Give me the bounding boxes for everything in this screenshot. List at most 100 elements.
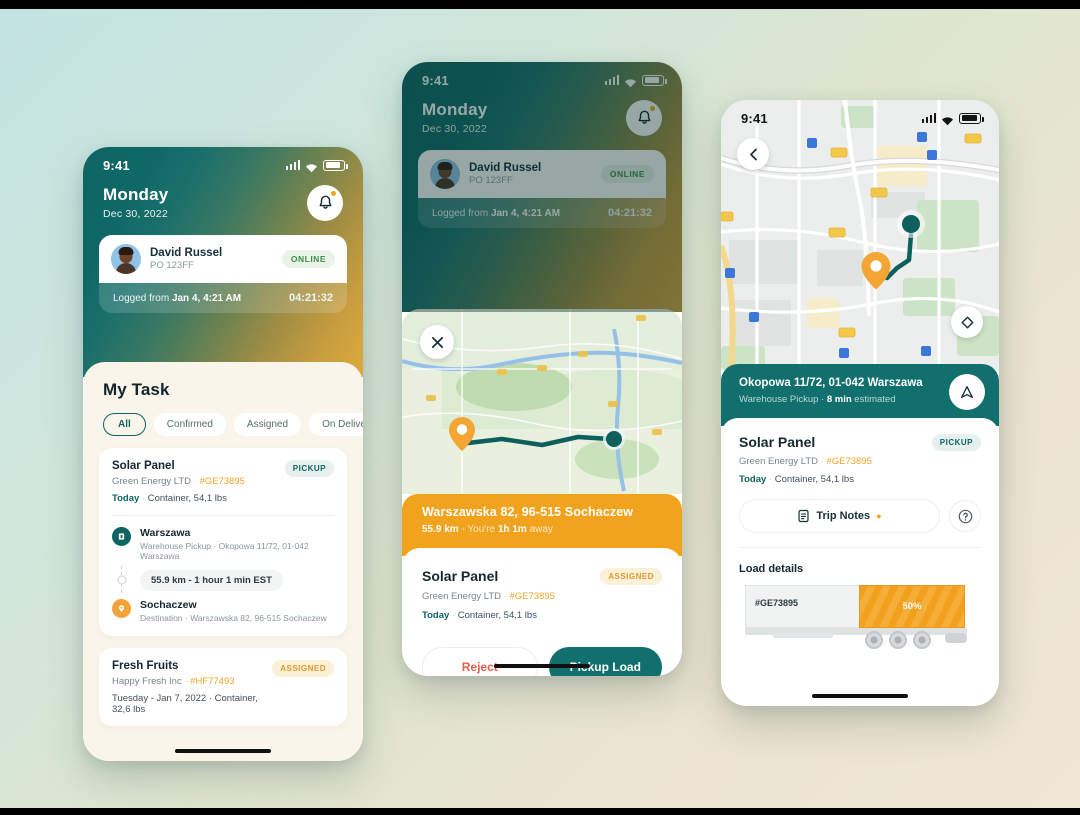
notes-icon	[798, 509, 809, 523]
wheel-icon	[889, 631, 907, 649]
driver-card[interactable]: David Russel PO 123FF ONLINE	[99, 235, 347, 283]
sheet-meta-text: Container, 54,1 lbs	[774, 474, 854, 485]
notifications-button[interactable]	[307, 185, 343, 221]
phone1-date-block: Monday Dec 30, 2022	[103, 185, 168, 220]
reject-button[interactable]: Reject	[422, 647, 538, 676]
bottom-letterbox	[0, 808, 1080, 815]
driver-identity: David Russel PO 123FF	[150, 247, 222, 271]
recenter-button[interactable]	[951, 306, 983, 338]
load-percent: 50%	[902, 601, 922, 612]
live-map[interactable]: 9:41	[721, 100, 999, 370]
load-fill: 50%	[859, 585, 965, 628]
banner-youre: You're	[467, 524, 498, 535]
trip-notes-button[interactable]: Trip Notes ●	[739, 499, 940, 533]
destination-eta: 55.9 km - You're 1h 1m away	[422, 524, 662, 535]
notifications-button[interactable]	[626, 100, 662, 136]
task-card-fresh-fruits[interactable]: Fresh Fruits Happy Fresh Inc · #HF77493 …	[99, 648, 347, 726]
route-destination-text: Sochaczew Destination · Warszawska 82, 9…	[140, 599, 327, 623]
wheel-icon	[913, 631, 931, 649]
home-indicator[interactable]	[812, 693, 908, 698]
banner-eta: 1h 1m	[497, 524, 527, 535]
trip-notes-label: Trip Notes	[816, 510, 871, 522]
locate-icon	[961, 316, 973, 328]
route-distance: 55.9 km - 1 hour 1 min EST	[140, 569, 283, 591]
task2-company: Happy Fresh Inc · #HF77493	[112, 676, 235, 687]
pickup-eta-suffix: estimated	[851, 394, 896, 405]
pickup-eta-value: 8 min	[826, 394, 852, 405]
task-card-head: Solar Panel Green Energy LTD · #GE73895 …	[112, 460, 334, 504]
status-time: 9:41	[103, 157, 130, 173]
phone-1: 9:41 Monday Dec 30, 2022 David Russel PO…	[83, 147, 363, 761]
logged-bar: Logged from Jan 4, 4:21 AM 04:21:32	[99, 283, 347, 313]
filter-chip-all[interactable]: All	[103, 413, 146, 436]
close-button[interactable]	[420, 325, 454, 359]
sheet-actions: Trip Notes ●	[739, 499, 981, 533]
elapsed-timer: 04:21:32	[607, 207, 652, 219]
navigate-button[interactable]	[949, 374, 985, 410]
task-code: #GE73895	[199, 476, 245, 487]
signal-icon	[604, 75, 619, 85]
route-origin-text: Warszawa Warehouse Pickup · Okopowa 11/7…	[140, 527, 334, 561]
logged-prefix: Logged from	[432, 207, 491, 219]
pickup-load-button[interactable]: Pickup Load	[548, 647, 662, 676]
phone2-date-block: Monday Dec 30, 2022	[422, 100, 487, 135]
header-day: Monday	[103, 185, 169, 204]
logged-prefix: Logged from	[113, 292, 172, 304]
destination-address: Warszawska 82, 96-515 Sochaczew	[422, 505, 634, 519]
status-badge: ONLINE	[600, 165, 654, 183]
filter-chip-on-delivery[interactable]: On Delivery	[309, 413, 363, 436]
trailer-legs	[773, 633, 833, 638]
route-distance-row: 55.9 km - 1 hour 1 min EST	[112, 566, 334, 594]
home-indicator[interactable]	[494, 663, 590, 668]
sheet-actions: Reject Pickup Load	[422, 647, 662, 676]
wifi-icon	[624, 75, 637, 88]
driver-widget[interactable]: David Russel PO 123FF ONLINE Logged from…	[418, 150, 666, 228]
sheet-meta: Today · Container, 54,1 lbs	[739, 474, 854, 485]
sheet-company-name: Green Energy LTD	[422, 591, 502, 602]
help-button[interactable]	[949, 500, 981, 532]
status-icons	[604, 74, 667, 88]
banner-away: away	[526, 524, 553, 535]
notification-dot	[331, 191, 336, 196]
driver-po: PO 123FF	[150, 260, 194, 271]
driver-widget[interactable]: David Russel PO 123FF ONLINE Logged from…	[99, 235, 347, 313]
logged-text: Logged from Jan 4, 4:21 AM	[432, 208, 560, 219]
status-icons	[921, 112, 984, 126]
route-map[interactable]	[402, 309, 682, 494]
pickup-address: Okopowa 11/72, 01-042 Warszawa	[739, 377, 923, 389]
phone-2: 9:41 Monday Dec 30, 2022 David Russel PO…	[402, 62, 682, 676]
filter-chip-confirmed[interactable]: Confirmed	[153, 413, 226, 436]
elapsed-timer: 04:21:32	[288, 292, 333, 304]
circle-marker-icon	[902, 215, 920, 233]
sheet-badge: ASSIGNED	[600, 568, 662, 585]
phone1-status-bar: 9:41	[83, 147, 363, 177]
p3-sheet-head: Solar Panel Green Energy LTD · #GE73895 …	[739, 434, 981, 485]
task-card-solar-panel[interactable]: Solar Panel Green Energy LTD · #GE73895 …	[99, 448, 347, 636]
phone2-header-row: Monday Dec 30, 2022	[402, 92, 682, 136]
header-date: Dec 30, 2022	[103, 208, 168, 220]
phone3-status-bar: 9:41	[721, 100, 999, 130]
task-meta-text: Container, 54,1 lbs	[147, 493, 227, 504]
destination-sub: Destination · Warszawska 82, 96-515 Soch…	[140, 613, 327, 623]
load-details-title: Load details	[739, 563, 804, 575]
driver-card[interactable]: David Russel PO 123FF ONLINE	[418, 150, 666, 198]
p3-sheet-info: Solar Panel Green Energy LTD · #GE73895 …	[739, 434, 872, 485]
phone-3: 9:41 Okopowa 11/72, 01-042 Warszawa Ware…	[721, 100, 999, 706]
filter-chip-assigned[interactable]: Assigned	[233, 413, 302, 436]
sheet-meta-text: Container, 54,1 lbs	[457, 610, 537, 621]
route-block: Warszawa Warehouse Pickup · Okopowa 11/7…	[112, 516, 334, 625]
header-date: Dec 30, 2022	[422, 123, 487, 135]
task2-badge: ASSIGNED	[272, 660, 334, 677]
status-time: 9:41	[741, 110, 768, 126]
back-button[interactable]	[737, 138, 769, 170]
status-badge: ONLINE	[281, 250, 335, 268]
home-indicator[interactable]	[175, 748, 271, 753]
top-letterbox	[0, 0, 1080, 9]
load-detail-sheet: Solar Panel Green Energy LTD · #GE73895 …	[721, 418, 999, 706]
task2-code: #HF77493	[190, 676, 235, 687]
sheet-code: #GE73895	[826, 456, 872, 467]
sheet-company: Green Energy LTD · #GE73895	[422, 591, 555, 602]
task2-title: Fresh Fruits	[112, 660, 179, 672]
circle-marker-icon	[606, 431, 622, 447]
notes-alert-dot: ●	[876, 511, 882, 521]
